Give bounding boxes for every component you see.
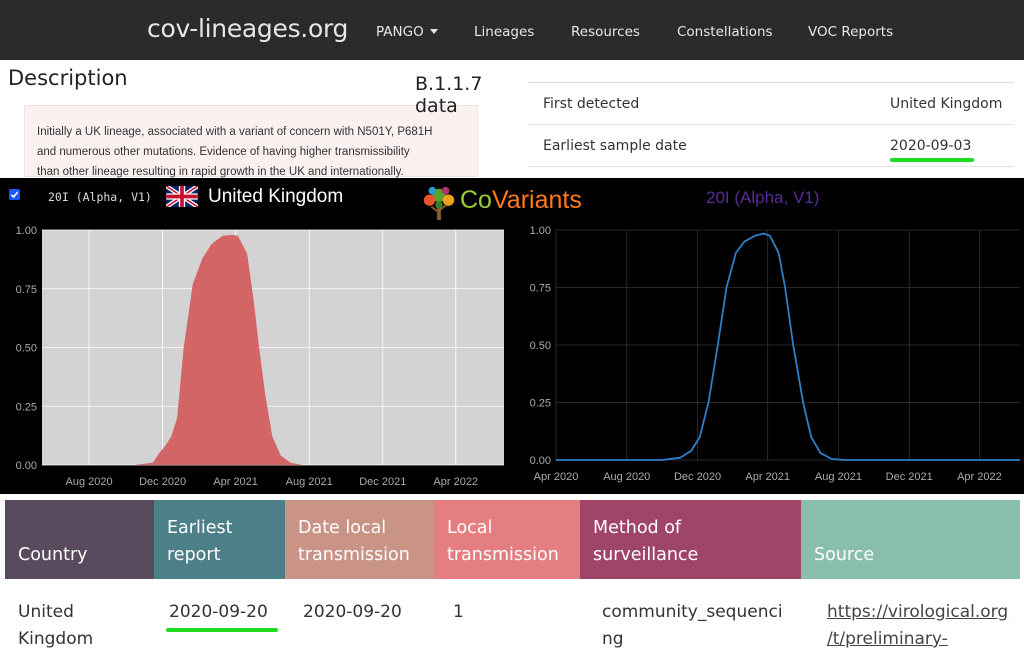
nav-constellations[interactable]: Constellations bbox=[677, 24, 773, 40]
source-link[interactable]: https://virological.org /t/preliminary- bbox=[827, 599, 1008, 653]
x-tick-label: Aug 2020 bbox=[65, 476, 112, 488]
x-tick-label: Apr 2022 bbox=[957, 471, 1002, 483]
info-value: United Kingdom bbox=[890, 96, 1003, 112]
description-line: Initially a UK lineage, associated with … bbox=[37, 126, 433, 138]
description-line: and numerous other mutations. Evidence o… bbox=[37, 146, 410, 158]
y-tick-label: 0.75 bbox=[530, 283, 551, 295]
y-tick-label: 0.75 bbox=[16, 284, 37, 296]
site-brand[interactable]: cov-lineages.org bbox=[147, 14, 348, 43]
series-line bbox=[556, 232, 1020, 461]
col-header-earliest-report: Earliest report bbox=[154, 500, 285, 579]
cell-method: community_sequenci ng bbox=[602, 602, 783, 649]
variant-checkbox[interactable] bbox=[9, 189, 20, 200]
cell-date-local: 2020-09-20 bbox=[303, 602, 402, 622]
caret-down-icon bbox=[429, 29, 438, 34]
cell-country: United Kingdom bbox=[18, 602, 94, 649]
x-tick-label: Aug 2020 bbox=[603, 471, 650, 483]
col-header-country: Country bbox=[5, 500, 154, 579]
col-header-method: Method of surveillance bbox=[580, 500, 801, 579]
y-tick-label: 0.00 bbox=[530, 455, 551, 467]
nav-pango-dropdown[interactable]: PANGO bbox=[376, 24, 438, 40]
cell-earliest-report: 2020-09-20 bbox=[169, 602, 268, 622]
col-header-local-transmission: Local transmission bbox=[434, 500, 580, 579]
right-chart-title: 20I (Alpha, V1) bbox=[706, 188, 820, 207]
col-header-source: Source bbox=[801, 500, 1020, 579]
description-heading: Description bbox=[8, 66, 128, 90]
x-tick-label: Aug 2021 bbox=[815, 471, 862, 483]
lineage-data-title: B.1.1.7 data bbox=[412, 72, 522, 117]
variant-label: 20I (Alpha, V1) bbox=[48, 190, 152, 204]
nav-pango-label: PANGO bbox=[376, 24, 424, 40]
y-tick-label: 0.50 bbox=[16, 343, 37, 355]
x-tick-label: Dec 2020 bbox=[139, 476, 186, 488]
x-tick-label: Apr 2022 bbox=[433, 476, 478, 488]
info-row-first-detected: First detected United Kingdom bbox=[528, 83, 1014, 125]
x-tick-label: Dec 2021 bbox=[359, 476, 406, 488]
y-tick-label: 1.00 bbox=[16, 225, 37, 237]
x-tick-label: Apr 2021 bbox=[745, 471, 790, 483]
x-tick-label: Dec 2020 bbox=[674, 471, 721, 483]
lineage-info-table: First detected United Kingdom Earliest s… bbox=[528, 82, 1014, 167]
navbar: cov-lineages.org PANGO Lineages Resource… bbox=[0, 0, 1024, 60]
nav-lineages[interactable]: Lineages bbox=[474, 24, 534, 40]
cell-local-transmission: 1 bbox=[453, 602, 464, 622]
highlight-underline bbox=[166, 628, 278, 632]
covariants-logo-text: CoVariants bbox=[460, 186, 582, 214]
country-label: United Kingdom bbox=[208, 186, 344, 207]
nav-voc-reports[interactable]: VOC Reports bbox=[808, 24, 893, 40]
covariants-panel: 0.00 0.25 0.50 0.75 1.00 Aug 2020 Dec 2020 Apr … bbox=[0, 178, 1024, 494]
y-tick-label: 0.00 bbox=[16, 460, 37, 472]
info-label: First detected bbox=[543, 96, 640, 112]
highlight-underline bbox=[890, 158, 974, 162]
info-value: 2020-09-03 bbox=[890, 138, 972, 154]
description-box: Initially a UK lineage, associated with … bbox=[24, 105, 478, 178]
x-tick-label: Aug 2021 bbox=[286, 476, 333, 488]
nav-resources[interactable]: Resources bbox=[571, 24, 640, 40]
covariants-tree-icon bbox=[423, 186, 455, 221]
y-tick-label: 0.25 bbox=[16, 401, 37, 413]
y-tick-label: 0.50 bbox=[530, 340, 551, 352]
x-tick-label: Dec 2021 bbox=[886, 471, 933, 483]
info-label: Earliest sample date bbox=[543, 138, 687, 154]
y-tick-label: 0.25 bbox=[530, 398, 551, 410]
col-header-date-local: Date local transmission bbox=[285, 500, 434, 579]
uk-flag-icon bbox=[166, 186, 198, 207]
y-tick-label: 1.00 bbox=[530, 225, 551, 237]
covariants-charts: 0.00 0.25 0.50 0.75 1.00 Aug 2020 Dec 2020 Apr … bbox=[16, 225, 1020, 488]
x-tick-label: Apr 2020 bbox=[534, 471, 579, 483]
x-tick-label: Apr 2021 bbox=[213, 476, 258, 488]
